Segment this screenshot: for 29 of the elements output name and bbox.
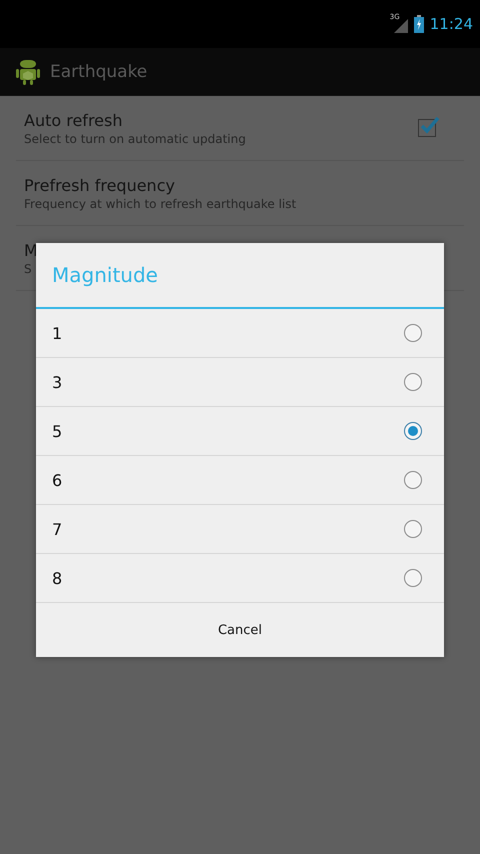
- radio-button[interactable]: [404, 471, 422, 489]
- preference-summary: S: [24, 262, 33, 276]
- option-row[interactable]: 6: [36, 456, 444, 505]
- option-row[interactable]: 1: [36, 309, 444, 358]
- preference-title: Auto refresh: [24, 110, 124, 130]
- option-row[interactable]: 7: [36, 505, 444, 554]
- radio-button[interactable]: [404, 324, 422, 342]
- preference-summary: Select to turn on automatic updating: [24, 132, 247, 146]
- option-label: 6: [52, 470, 62, 490]
- preference-summary: Frequency at which to refresh earthquake list: [24, 196, 298, 210]
- option-label: 1: [52, 324, 62, 342]
- radio-button[interactable]: [404, 520, 422, 538]
- android-robot-icon: [16, 58, 40, 85]
- option-label: 5: [52, 422, 62, 440]
- radio-button[interactable]: [404, 373, 422, 391]
- option-label: 3: [52, 372, 62, 392]
- cancel-button[interactable]: Cancel: [36, 603, 444, 657]
- app-title: Earthquake: [50, 62, 148, 82]
- option-label: 7: [52, 520, 62, 538]
- preference-title: M: [24, 240, 39, 260]
- clock-time: 11:24: [430, 15, 473, 33]
- preference-title: Prefresh frequency: [24, 176, 176, 194]
- radio-button[interactable]: [404, 422, 422, 440]
- option-row[interactable]: 5: [36, 407, 444, 456]
- dialog-title: Magnitude: [36, 243, 444, 309]
- option-label: 8: [52, 568, 62, 588]
- option-row[interactable]: 3: [36, 358, 444, 407]
- radio-button[interactable]: [404, 569, 422, 587]
- battery-icon: [414, 15, 424, 33]
